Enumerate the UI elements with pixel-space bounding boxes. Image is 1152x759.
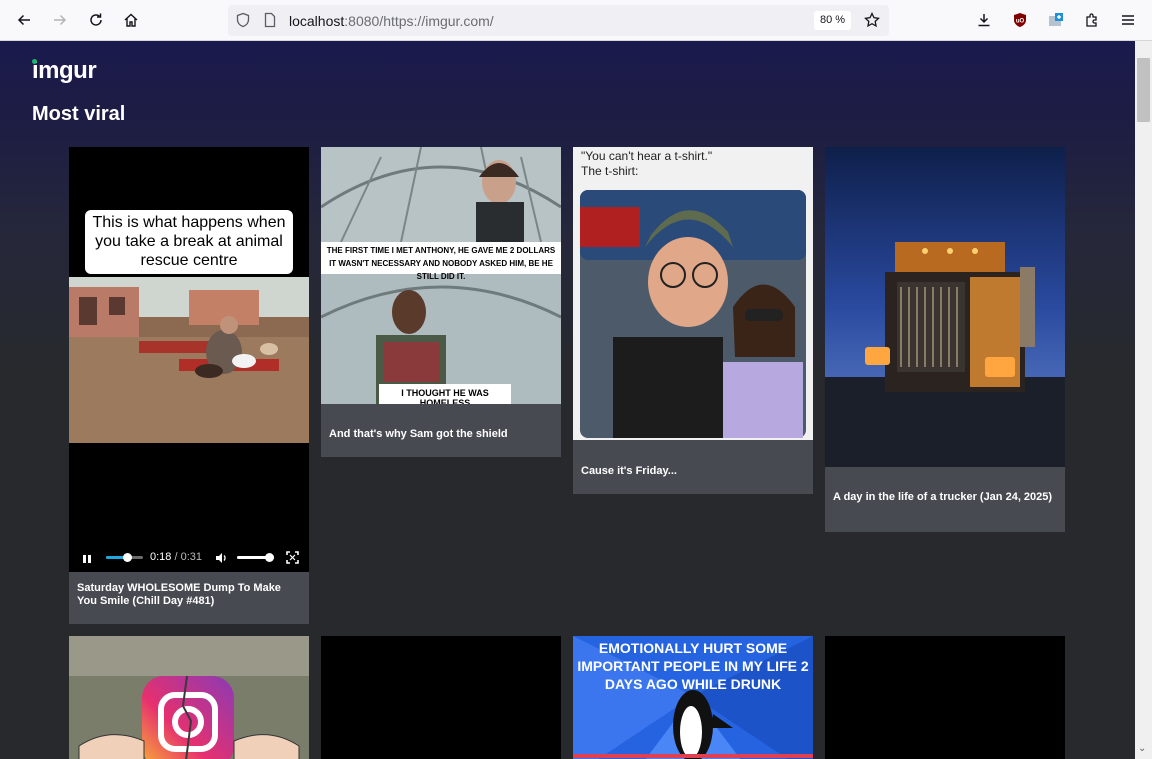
post-card[interactable]: A day in the life of a trucker (Jan 24, … <box>825 147 1065 532</box>
downloads-icon[interactable] <box>972 8 996 32</box>
video-overlay-text: This is what happens when you take a bre… <box>92 214 286 269</box>
volume-slider[interactable] <box>237 553 274 562</box>
quote-line2: The t-shirt: <box>581 164 639 178</box>
post-card[interactable] <box>825 636 1065 759</box>
instagram-image <box>69 636 309 759</box>
shield-icon[interactable] <box>235 12 251 28</box>
video-frame <box>69 147 309 572</box>
post-card[interactable]: THE FIRST TIME I MET ANTHONY, HE GAVE ME… <box>321 147 561 457</box>
post-title[interactable]: Cause it's Friday... <box>581 465 805 478</box>
url-path: :8080/https://imgur.com/ <box>344 13 494 29</box>
current-time: 0:18 <box>150 551 172 563</box>
scrollbar-thumb[interactable] <box>1137 58 1150 122</box>
svg-text:uO: uO <box>1016 19 1025 25</box>
reload-icon[interactable] <box>84 8 108 32</box>
seek-bar[interactable] <box>106 553 143 562</box>
meme-line2: IMPORTANT PEOPLE IN MY LIFE 2 <box>577 658 809 674</box>
meme-line1: EMOTIONALLY HURT SOME <box>598 640 788 656</box>
post-card[interactable] <box>69 636 309 759</box>
seek-handle[interactable] <box>122 553 132 562</box>
post-card[interactable] <box>321 636 561 759</box>
scroll-down-arrow-icon[interactable]: ⌄ <box>1138 743 1146 754</box>
meme-top-line2: IT WASN'T NECESSARY AND NOBODY ASKED HIM… <box>329 259 553 281</box>
meme-top-text: THE FIRST TIME I MET ANTHONY, HE GAVE ME… <box>321 244 561 283</box>
meme-top-line1: THE FIRST TIME I MET ANTHONY, HE GAVE ME… <box>326 246 556 255</box>
menu-icon[interactable] <box>1116 8 1140 32</box>
url-host: localhost <box>289 13 345 29</box>
ublock-icon[interactable]: uO <box>1008 8 1032 32</box>
post-card[interactable]: "You can't hear a t-shirt." The t-shirt:… <box>573 147 813 494</box>
section-title: Most viral <box>32 103 126 125</box>
fullscreen-icon[interactable] <box>286 551 299 564</box>
extension-addon-icon[interactable] <box>1044 8 1068 32</box>
selfie-image <box>573 147 813 440</box>
back-icon[interactable] <box>12 8 36 32</box>
meme-bottom-text: I THOUGHT HE WAS HOMELESS <box>401 388 489 404</box>
post-video[interactable]: This is what happens when you take a bre… <box>69 147 309 572</box>
browser-toolbar: localhost:8080/https://imgur.com/ 80 % u… <box>0 0 1152 41</box>
extensions-puzzle-icon[interactable] <box>1080 8 1104 32</box>
time-separator: / <box>174 551 178 563</box>
page-scrollbar[interactable]: ⌄ <box>1135 41 1152 759</box>
post-title[interactable]: And that's why Sam got the shield <box>329 428 553 441</box>
duration: 0:31 <box>180 551 203 563</box>
url-bar[interactable]: localhost:8080/https://imgur.com/ 80 % <box>228 5 889 36</box>
pause-icon[interactable] <box>81 552 93 564</box>
page-content: imgur Most viral This is what happens wh… <box>0 41 1135 759</box>
video-controls: 0:18 / 0:31 <box>69 543 309 572</box>
post-video[interactable] <box>825 636 1065 759</box>
video-time: 0:18 / 0:31 <box>150 551 202 563</box>
post-card[interactable]: EMOTIONALLY HURT SOME IMPORTANT PEOPLE I… <box>573 636 813 759</box>
forward-icon[interactable] <box>48 8 72 32</box>
meme-text: EMOTIONALLY HURT SOME IMPORTANT PEOPLE I… <box>573 639 813 693</box>
post-title[interactable]: Saturday WHOLESOME Dump To Make You Smil… <box>77 582 301 608</box>
post-image[interactable] <box>825 147 1065 467</box>
truck-image <box>825 147 1065 467</box>
post-image[interactable]: "You can't hear a t-shirt." The t-shirt: <box>573 147 813 440</box>
logo-dot <box>32 59 37 64</box>
post-title[interactable]: A day in the life of a trucker (Jan 24, … <box>833 491 1057 504</box>
zoom-indicator[interactable]: 80 % <box>814 11 852 30</box>
volume-icon[interactable] <box>214 551 228 565</box>
post-video[interactable] <box>321 636 561 759</box>
url-text[interactable]: localhost:8080/https://imgur.com/ <box>289 13 494 29</box>
quote-text: "You can't hear a t-shirt." The t-shirt: <box>581 149 712 179</box>
volume-handle[interactable] <box>265 553 274 562</box>
post-image[interactable]: THE FIRST TIME I MET ANTHONY, HE GAVE ME… <box>321 147 561 404</box>
imgur-logo[interactable]: imgur <box>32 57 97 85</box>
page-icon[interactable] <box>262 12 278 28</box>
meme-line3: DAYS AGO WHILE DRUNK <box>604 676 782 692</box>
bookmark-star-icon[interactable] <box>864 11 880 28</box>
post-card[interactable]: This is what happens when you take a bre… <box>69 147 309 624</box>
logo-text: imgur <box>32 57 97 84</box>
home-icon[interactable] <box>119 8 143 32</box>
quote-line1: "You can't hear a t-shirt." <box>581 149 713 163</box>
